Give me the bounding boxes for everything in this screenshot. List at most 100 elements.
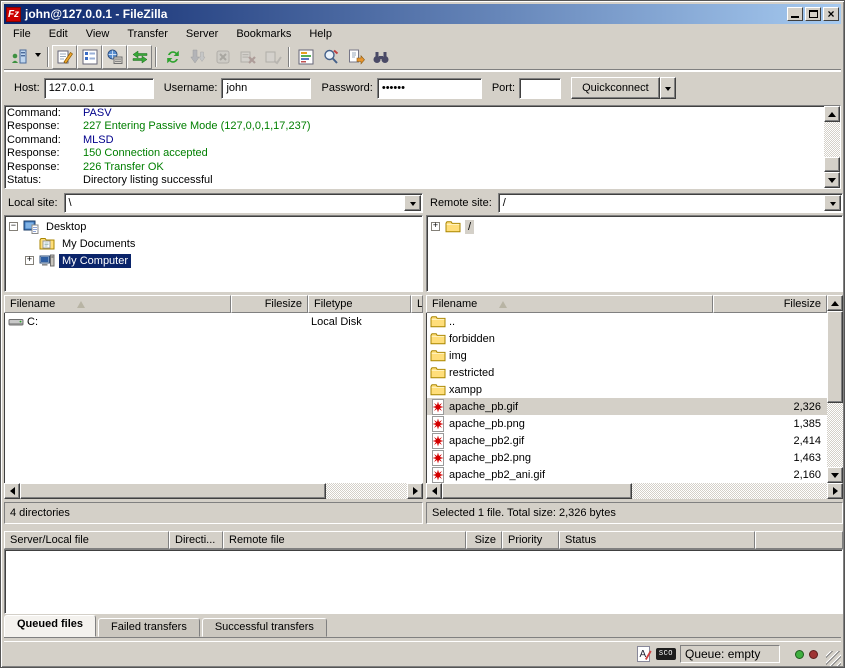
menu-file[interactable]: File: [4, 26, 40, 42]
column-header-remote-file[interactable]: Remote file: [223, 531, 466, 549]
title-bar[interactable]: Fz john@127.0.0.1 - FileZilla ×: [4, 4, 841, 24]
toggle-local-tree-button[interactable]: [77, 45, 102, 69]
toolbar-separator: [155, 47, 157, 67]
log-scrollbar[interactable]: [824, 106, 840, 188]
column-header-filesize[interactable]: Filesize: [713, 295, 827, 313]
file-row-apache-pb-gif[interactable]: apache_pb.gif2,326: [427, 398, 827, 415]
receive-indicator-led: [795, 650, 804, 659]
toggle-remote-tree-button[interactable]: [102, 45, 127, 69]
column-header-directi[interactable]: Directi...: [169, 531, 223, 549]
image-icon: [430, 467, 446, 483]
quickconnect-dropdown-button[interactable]: [660, 77, 676, 99]
file-row-[interactable]: ..: [427, 313, 827, 330]
quickconnect-button[interactable]: Quickconnect: [571, 77, 660, 99]
directory-comparison-button[interactable]: [293, 45, 318, 69]
quickconnect-bar: Host: Username: Password: Port: Quickcon…: [4, 71, 841, 104]
site-manager-icon: [10, 48, 28, 66]
directory-listing-filters-icon: [347, 48, 365, 66]
scroll-left-button[interactable]: [426, 483, 442, 499]
expander-plus-icon[interactable]: +: [431, 222, 445, 231]
scrollbar-thumb[interactable]: [20, 483, 326, 499]
refresh-button[interactable]: [160, 45, 185, 69]
scroll-right-button[interactable]: [407, 483, 423, 499]
file-row-apache-pb2-ani-gif[interactable]: apache_pb2_ani.gif2,160: [427, 466, 827, 483]
tab-successful-transfers[interactable]: Successful transfers: [202, 618, 327, 637]
local-directory-tree: −DesktopMy Documents+My Computer: [4, 215, 423, 292]
file-row-c[interactable]: C:Local Disk: [5, 313, 423, 330]
column-header-priority[interactable]: Priority: [502, 531, 559, 549]
site-manager-dropdown-button[interactable]: [31, 45, 44, 69]
reconnect-button[interactable]: [260, 45, 285, 69]
resize-grip[interactable]: [826, 651, 841, 666]
local-horizontal-scrollbar[interactable]: [4, 483, 423, 499]
menu-server[interactable]: Server: [177, 26, 227, 42]
menu-transfer[interactable]: Transfer: [118, 26, 177, 42]
toggle-queue-button[interactable]: [127, 45, 152, 69]
menu-bookmarks[interactable]: Bookmarks: [227, 26, 300, 42]
column-header-filesize[interactable]: Filesize: [231, 295, 308, 313]
tab-failed-transfers[interactable]: Failed transfers: [98, 618, 200, 637]
log-message: 226 Transfer OK: [83, 161, 164, 174]
file-search-button[interactable]: [368, 45, 393, 69]
tab-queued-files[interactable]: Queued files: [4, 615, 96, 637]
remote-vertical-scrollbar[interactable]: [827, 295, 843, 483]
site-manager-button[interactable]: [6, 45, 31, 69]
host-input[interactable]: [44, 78, 154, 99]
remote-horizontal-scrollbar[interactable]: [426, 483, 843, 499]
directory-comparison-icon: [297, 48, 315, 66]
scrollbar-thumb[interactable]: [827, 311, 843, 403]
menu-edit[interactable]: Edit: [40, 26, 77, 42]
disconnect-button[interactable]: [235, 45, 260, 69]
directory-listing-filters-button[interactable]: [343, 45, 368, 69]
menu-help[interactable]: Help: [300, 26, 341, 42]
scroll-down-button[interactable]: [827, 467, 843, 483]
close-button[interactable]: ×: [823, 7, 839, 21]
scrollbar-thumb[interactable]: [442, 483, 632, 499]
column-header-size[interactable]: Size: [466, 531, 502, 549]
scroll-right-button[interactable]: [827, 483, 843, 499]
maximize-button[interactable]: [805, 7, 821, 21]
port-input[interactable]: [519, 78, 561, 99]
tree-item-my-computer[interactable]: +My Computer: [5, 252, 422, 269]
column-header-l[interactable]: L: [411, 295, 423, 313]
scroll-up-button[interactable]: [824, 106, 840, 122]
file-row-forbidden[interactable]: forbidden: [427, 330, 827, 347]
expander-minus-icon[interactable]: −: [9, 222, 23, 231]
scroll-left-button[interactable]: [4, 483, 20, 499]
file-row-img[interactable]: img: [427, 347, 827, 364]
file-size: 2,326: [714, 401, 827, 413]
cancel-button[interactable]: [210, 45, 235, 69]
local-site-combo[interactable]: \: [64, 193, 423, 213]
transfer-queue-panel: Server/Local fileDirecti...Remote fileSi…: [4, 529, 843, 614]
password-input[interactable]: [377, 78, 482, 99]
minimize-button[interactable]: [787, 7, 803, 21]
column-header-server-local-file[interactable]: Server/Local file: [4, 531, 169, 549]
process-queue-icon: [189, 48, 207, 66]
file-row-xampp[interactable]: xampp: [427, 381, 827, 398]
tree-item-desktop[interactable]: −Desktop: [5, 218, 422, 235]
process-queue-button[interactable]: [185, 45, 210, 69]
remote-site-combo[interactable]: /: [498, 193, 843, 213]
local-site-dropdown-button[interactable]: [404, 195, 421, 211]
username-input[interactable]: [221, 78, 311, 99]
file-row-apache-pb-png[interactable]: apache_pb.png1,385: [427, 415, 827, 432]
scroll-up-button[interactable]: [827, 295, 843, 311]
synchronized-browsing-button[interactable]: [318, 45, 343, 69]
column-header-filetype[interactable]: Filetype: [308, 295, 411, 313]
column-header-filename[interactable]: Filename: [4, 295, 231, 313]
column-header-filename[interactable]: Filename: [426, 295, 713, 313]
file-row-restricted[interactable]: restricted: [427, 364, 827, 381]
scrollbar-thumb[interactable]: [824, 157, 840, 172]
expander-plus-icon[interactable]: +: [25, 256, 39, 265]
tree-item-[interactable]: +/: [427, 218, 842, 235]
column-header-status[interactable]: Status: [559, 531, 755, 549]
file-row-apache-pb2-gif[interactable]: apache_pb2.gif2,414: [427, 432, 827, 449]
tree-item-my-documents[interactable]: My Documents: [5, 235, 422, 252]
scroll-down-button[interactable]: [824, 172, 840, 188]
menu-view[interactable]: View: [77, 26, 119, 42]
file-row-apache-pb2-png[interactable]: apache_pb2.png1,463: [427, 449, 827, 466]
queue-status-box: Queue: empty: [680, 645, 780, 663]
toggle-message-log-button[interactable]: [52, 45, 77, 69]
remote-site-dropdown-button[interactable]: [824, 195, 841, 211]
queue-list-body[interactable]: [4, 549, 843, 614]
